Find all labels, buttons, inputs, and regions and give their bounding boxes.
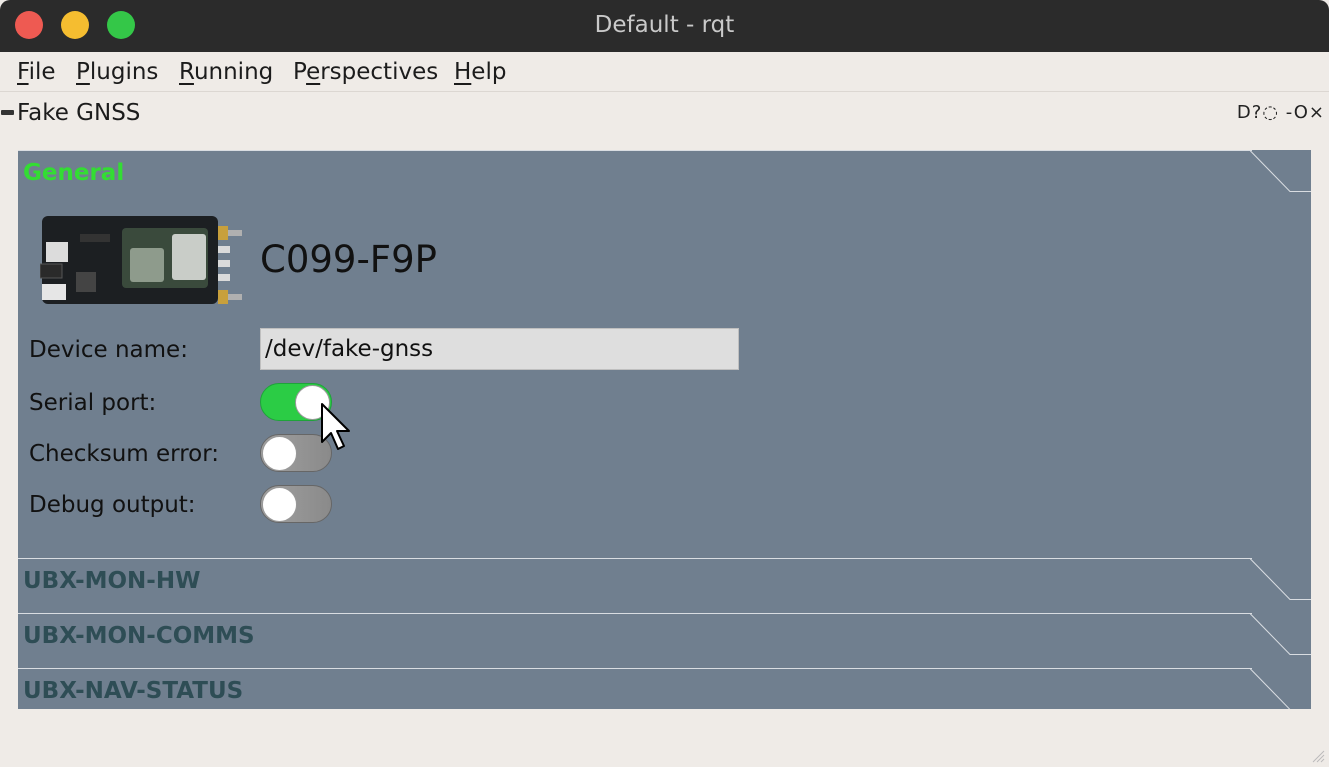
window-title: Default - rqt (594, 12, 735, 38)
section-general-label: General (23, 160, 125, 186)
debug-output-label: Debug output: (29, 492, 196, 518)
device-board-image (40, 216, 242, 304)
dock-title: Fake GNSS (17, 100, 141, 122)
menu-running[interactable]: Running (179, 59, 273, 85)
menu-plugins[interactable]: Plugins (76, 59, 158, 85)
device-name-label: Device name: (29, 337, 188, 363)
tab-corner (1250, 150, 1311, 192)
section-ubx-mon-hw-header[interactable]: UBX-MON-HW (18, 558, 1311, 614)
checksum-error-label: Checksum error: (29, 441, 220, 467)
section-ubx-mon-hw-label: UBX-MON-HW (23, 568, 201, 594)
menu-help[interactable]: Help (454, 59, 506, 85)
section-ubx-nav-status-header[interactable]: UBX-NAV-STATUS (18, 668, 1311, 709)
section-ubx-mon-comms-header[interactable]: UBX-MON-COMMS (18, 613, 1311, 669)
serial-port-label: Serial port: (29, 390, 157, 416)
section-ubx-nav-status-label: UBX-NAV-STATUS (23, 678, 244, 704)
dock-title-bar[interactable]: Fake GNSS D?◌ -O× (0, 92, 1329, 122)
section-general-header[interactable]: General (18, 150, 1311, 206)
menu-file[interactable]: File (17, 59, 56, 85)
toggle-knob (262, 436, 297, 471)
menu-perspectives[interactable]: Perspectives (293, 59, 438, 85)
mouse-cursor-icon (321, 403, 350, 450)
tab-corner (1250, 668, 1311, 709)
section-ubx-mon-comms-label: UBX-MON-COMMS (23, 623, 255, 649)
resize-grip-icon[interactable] (1311, 749, 1325, 763)
tab-corner (1250, 558, 1311, 600)
dock-controls[interactable]: D?◌ -O× (1237, 102, 1325, 122)
debug-output-toggle[interactable] (260, 485, 332, 523)
gnss-panel: General C099-F9P Device name: Serial por… (18, 150, 1311, 709)
tab-corner (1250, 613, 1311, 655)
dock-grip-icon[interactable] (1, 110, 14, 115)
device-name-input[interactable] (260, 328, 739, 370)
menu-bar: File Plugins Running Perspectives Help (0, 52, 1329, 92)
device-model: C099-F9P (260, 238, 437, 281)
toggle-knob (262, 487, 297, 522)
title-bar: Default - rqt (0, 0, 1329, 52)
